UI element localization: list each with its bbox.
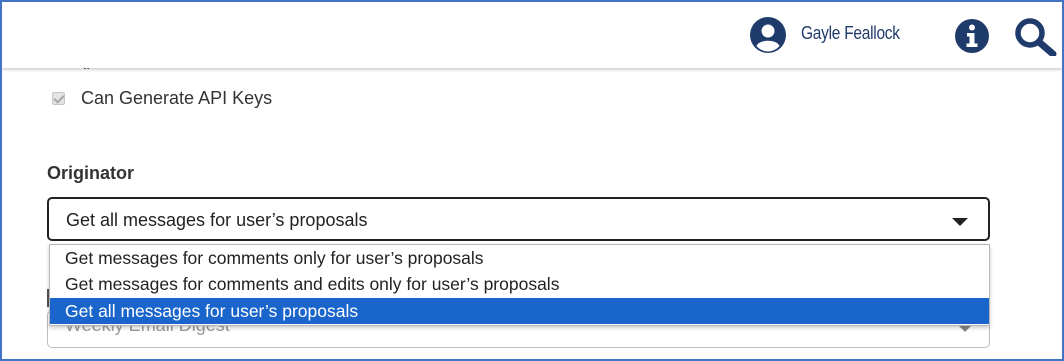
chevron-down-icon <box>959 326 971 332</box>
info-icon[interactable] <box>954 18 990 54</box>
app-window: Gayle Feallock y Can Generate API Keys O… <box>0 0 1064 361</box>
user-avatar-icon[interactable] <box>750 17 786 53</box>
dropdown-option[interactable]: Get messages for comments only for user’… <box>50 245 989 271</box>
api-keys-checkbox[interactable] <box>52 91 65 105</box>
originator-label: Originator <box>47 163 135 183</box>
search-icon[interactable] <box>1013 16 1059 56</box>
dropdown-option-selected[interactable]: Get all messages for user’s proposals <box>50 298 989 324</box>
originator-dropdown-list: Get messages for comments only for user’… <box>49 244 990 326</box>
top-header-bar: Gayle Feallock <box>2 2 1062 68</box>
chevron-down-icon <box>952 218 968 226</box>
originator-select[interactable]: Get all messages for user’s proposals <box>47 197 990 241</box>
user-name[interactable]: Gayle Feallock <box>801 23 900 44</box>
api-keys-checkbox-row: Can Generate API Keys <box>52 86 272 110</box>
originator-select-value: Get all messages for user’s proposals <box>66 210 368 230</box>
api-keys-checkbox-label: Can Generate API Keys <box>81 87 273 108</box>
dropdown-option[interactable]: Get messages for comments and edits only… <box>50 271 989 297</box>
